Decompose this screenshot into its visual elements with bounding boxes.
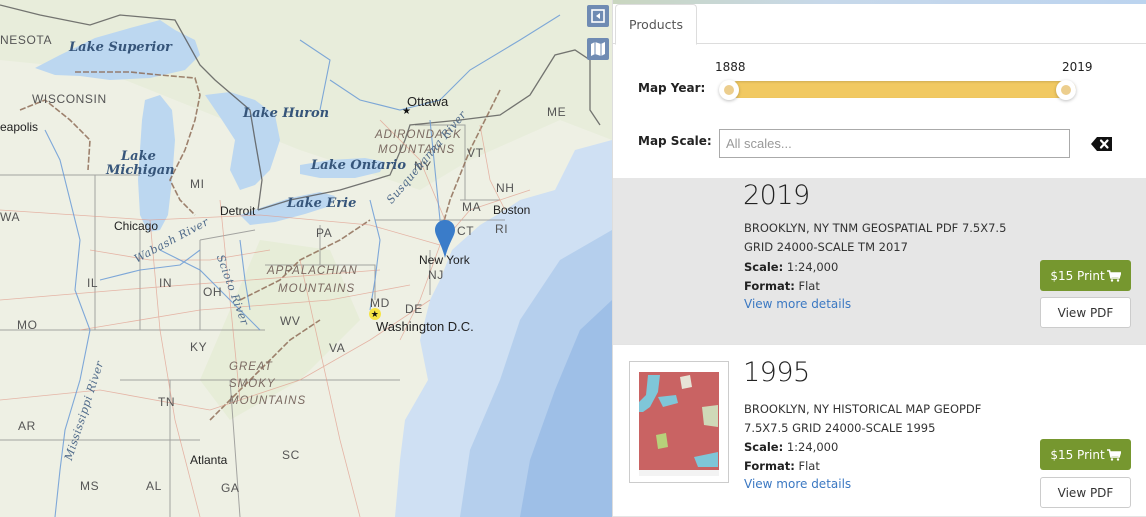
tab-products[interactable]: Products xyxy=(615,4,697,45)
map-label-state: PA xyxy=(316,226,333,240)
map-label-city-washington: Washington D.C. xyxy=(376,319,474,334)
format-value: Flat xyxy=(798,459,820,473)
collapse-panel-icon xyxy=(591,9,605,23)
map-label-state: WA xyxy=(0,210,21,224)
map-label-lake-erie: Lake Erie xyxy=(287,196,357,211)
map-year-label: Map Year: xyxy=(638,81,706,95)
map-label-state: DE xyxy=(405,302,423,316)
map-thumbnail-image xyxy=(638,367,720,477)
map-label-mountains: GREAT xyxy=(229,361,273,373)
product-title: BROOKLYN, NY HISTORICAL MAP GEOPDF 7.5X7… xyxy=(744,402,982,435)
scale-key: Scale: xyxy=(744,440,784,454)
map-label-city: eapolis xyxy=(0,120,39,134)
year-min-handle[interactable] xyxy=(719,80,739,100)
collapse-panel-button[interactable] xyxy=(587,5,609,27)
view-pdf-button[interactable]: View PDF xyxy=(1040,297,1131,328)
map-scale-label: Map Scale: xyxy=(638,134,712,148)
map-label-state: OH xyxy=(203,285,223,299)
map-label-mountains: MOUNTAINS xyxy=(278,283,356,295)
map-view[interactable]: Lake Superior Lake Huron Lake Michigan L… xyxy=(0,0,612,517)
scale-value: 1:24,000 xyxy=(786,440,839,454)
product-item[interactable]: 2019 BROOKLYN, NY TNM GEOSPATIAL PDF 7.5… xyxy=(613,178,1146,345)
map-label-lake-michigan-1: Lake xyxy=(121,149,156,164)
map-label-state: RI xyxy=(495,222,509,236)
product-format: Format: Flat xyxy=(744,459,820,473)
basemap-button[interactable] xyxy=(587,38,609,60)
basemap xyxy=(0,0,612,517)
map-label-state: NESOTA xyxy=(0,33,53,47)
view-more-details-link[interactable]: View more details xyxy=(744,477,851,491)
map-label-state: SC xyxy=(282,448,300,462)
format-key: Format: xyxy=(744,459,795,473)
format-value: Flat xyxy=(798,279,820,293)
print-button-label: $15 Print xyxy=(1050,447,1105,462)
year-max-handle[interactable] xyxy=(1056,80,1076,100)
map-label-state: NJ xyxy=(428,268,444,282)
tab-bar: Products xyxy=(613,4,1146,45)
map-label-state: TN xyxy=(158,395,176,409)
map-label-state: VA xyxy=(329,341,346,355)
product-scale: Scale: 1:24,000 xyxy=(744,440,838,454)
location-marker-icon[interactable] xyxy=(435,220,455,258)
map-label-mountains: SMOKY xyxy=(229,378,276,390)
format-key: Format: xyxy=(744,279,795,293)
capital-star-icon: ★ xyxy=(402,106,412,117)
products-panel: Products Map Year: 1888 2019 Map Scale: … xyxy=(612,0,1146,517)
year-max-value: 2019 xyxy=(1062,60,1093,74)
map-label-state: GA xyxy=(221,481,240,495)
map-label-lake-huron: Lake Huron xyxy=(243,106,330,121)
basemap-icon xyxy=(591,42,605,56)
print-button-label: $15 Print xyxy=(1050,268,1105,283)
map-label-state: MO xyxy=(17,318,38,332)
map-label-city: Boston xyxy=(493,203,531,217)
map-label-mountains: APPALACHIAN xyxy=(267,265,358,277)
product-year: 2019 xyxy=(743,180,810,211)
map-label-state: MI xyxy=(190,177,205,191)
map-label-state: NH xyxy=(496,181,515,195)
map-label-lake-michigan-2: Michigan xyxy=(106,163,175,178)
map-label-state: MS xyxy=(80,479,100,493)
map-label-lake-superior: Lake Superior xyxy=(69,40,172,55)
map-label-mountains: MOUNTAINS xyxy=(229,395,307,407)
map-label-state: KY xyxy=(190,340,208,354)
capital-star-icon: ★ xyxy=(369,308,381,320)
clear-backspace-icon[interactable] xyxy=(1091,136,1113,152)
map-label-city: Atlanta xyxy=(190,453,228,467)
map-label-state: IL xyxy=(87,276,99,290)
map-label-city: Detroit xyxy=(220,204,256,218)
print-button[interactable]: $15 Print xyxy=(1040,439,1131,470)
shopping-cart-icon xyxy=(1106,448,1121,461)
map-label-state: AR xyxy=(18,419,36,433)
map-scale-input[interactable] xyxy=(719,129,1070,158)
map-label-state: VT xyxy=(467,146,484,160)
map-label-state: AL xyxy=(146,479,162,493)
view-pdf-button[interactable]: View PDF xyxy=(1040,477,1131,508)
product-item[interactable]: 1995 BROOKLYN, NY HISTORICAL MAP GEOPDF … xyxy=(613,345,1146,517)
product-format: Format: Flat xyxy=(744,279,820,293)
year-min-value: 1888 xyxy=(715,60,746,74)
map-label-state: MA xyxy=(462,200,482,214)
product-title: BROOKLYN, NY TNM GEOSPATIAL PDF 7.5X7.5 … xyxy=(744,221,1007,254)
product-year: 1995 xyxy=(743,357,810,388)
scale-value: 1:24,000 xyxy=(786,260,839,274)
map-label-city: Chicago xyxy=(114,219,159,233)
map-label-state: ME xyxy=(547,105,567,119)
product-thumbnail[interactable] xyxy=(629,361,729,483)
map-label-state: CT xyxy=(457,224,475,238)
map-label-city-ottawa: Ottawa xyxy=(407,94,449,109)
map-label-state: WISCONSIN xyxy=(32,92,107,106)
product-scale: Scale: 1:24,000 xyxy=(744,260,838,274)
view-more-details-link[interactable]: View more details xyxy=(744,297,851,311)
print-button[interactable]: $15 Print xyxy=(1040,260,1131,291)
shopping-cart-icon xyxy=(1106,269,1121,282)
map-label-state: WV xyxy=(280,314,301,328)
year-range-slider[interactable] xyxy=(729,81,1076,98)
map-label-state: IN xyxy=(159,276,173,290)
map-label-lake-ontario: Lake Ontario xyxy=(311,158,407,173)
scale-key: Scale: xyxy=(744,260,784,274)
